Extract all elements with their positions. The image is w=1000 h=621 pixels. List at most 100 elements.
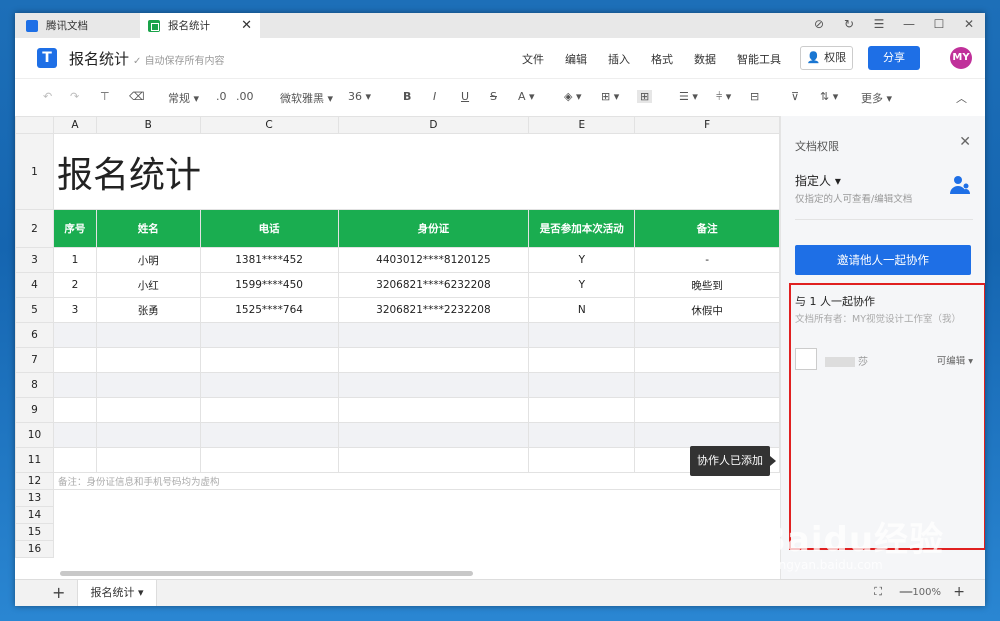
filter-icon[interactable]: ⊽: [791, 90, 799, 103]
merge-cells-icon[interactable]: ⊞: [637, 90, 653, 103]
cell[interactable]: 3: [52, 297, 97, 323]
cell[interactable]: [634, 347, 780, 373]
menu-edit[interactable]: 编辑: [565, 51, 587, 67]
zoom-in-icon[interactable]: +: [953, 584, 965, 600]
row-header[interactable]: 4: [15, 272, 54, 298]
column-header[interactable]: C: [199, 116, 339, 134]
header-cell[interactable]: 姓名: [95, 209, 201, 248]
row-header[interactable]: 9: [15, 397, 54, 423]
cell[interactable]: [199, 322, 339, 348]
cell[interactable]: 3206821****6232208: [337, 272, 530, 298]
cell[interactable]: Y: [528, 247, 636, 273]
format-painter-icon[interactable]: ⊤: [100, 90, 110, 103]
cell[interactable]: [337, 347, 530, 373]
header-cell[interactable]: 身份证: [337, 209, 530, 248]
cell[interactable]: 休假中: [634, 297, 780, 323]
align-icon[interactable]: ☰ ▾: [679, 90, 698, 103]
cell[interactable]: [95, 322, 201, 348]
cell[interactable]: [199, 372, 339, 398]
cell[interactable]: [528, 397, 636, 423]
cell[interactable]: N: [528, 297, 636, 323]
more-button[interactable]: 更多 ▾: [861, 90, 892, 106]
cell[interactable]: [528, 347, 636, 373]
wrap-text-icon[interactable]: ⊟: [750, 90, 759, 103]
title-cell[interactable]: 报名统计: [52, 133, 780, 210]
refresh-icon[interactable]: ↻: [841, 17, 857, 31]
cell[interactable]: [337, 447, 530, 473]
doc-title[interactable]: 报名统计: [69, 48, 129, 69]
cell[interactable]: [528, 447, 636, 473]
decrease-decimal-button[interactable]: .0: [216, 90, 227, 103]
cell[interactable]: [199, 397, 339, 423]
close-icon[interactable]: ✕: [241, 18, 252, 33]
cell[interactable]: [634, 372, 780, 398]
sheet-tab[interactable]: 报名统计 ▾: [77, 580, 157, 606]
row-header[interactable]: 12: [15, 472, 54, 490]
add-sheet-icon[interactable]: +: [52, 583, 65, 602]
row-header[interactable]: 8: [15, 372, 54, 398]
cell[interactable]: 晚些到: [634, 272, 780, 298]
vertical-align-icon[interactable]: ⫩ ▾: [716, 90, 731, 104]
row-header[interactable]: 13: [15, 489, 54, 507]
cell[interactable]: 小明: [95, 247, 201, 273]
column-header[interactable]: D: [337, 116, 530, 134]
cell[interactable]: [52, 372, 97, 398]
underline-icon[interactable]: U: [461, 90, 469, 103]
font-color-icon[interactable]: A ▾: [518, 90, 535, 103]
cell[interactable]: [95, 397, 201, 423]
select-all-corner[interactable]: [15, 116, 54, 134]
cell[interactable]: [53, 507, 779, 524]
cell[interactable]: [337, 397, 530, 423]
column-header[interactable]: F: [634, 116, 780, 134]
row-header[interactable]: 15: [15, 523, 54, 541]
minimize-icon[interactable]: —: [901, 17, 917, 31]
undo-icon[interactable]: ↶: [43, 90, 52, 103]
cell[interactable]: 1381****452: [199, 247, 339, 273]
cell[interactable]: [337, 422, 530, 448]
column-header[interactable]: A: [52, 116, 97, 134]
cell[interactable]: [528, 372, 636, 398]
horizontal-scrollbar[interactable]: [60, 571, 473, 576]
sort-icon[interactable]: ⇅ ▾: [820, 90, 838, 103]
row-header[interactable]: 16: [15, 540, 54, 558]
cell[interactable]: 张勇: [95, 297, 201, 323]
cell[interactable]: -: [634, 247, 780, 273]
border-icon[interactable]: ⊞ ▾: [601, 90, 619, 103]
menu-data[interactable]: 数据: [694, 51, 716, 67]
cell[interactable]: [95, 347, 201, 373]
header-cell[interactable]: 是否参加本次活动: [528, 209, 636, 248]
collapse-toolbar-icon[interactable]: ︿: [956, 90, 967, 106]
fit-screen-icon[interactable]: ⛶: [874, 585, 882, 599]
redo-icon[interactable]: ↷: [70, 90, 79, 103]
cell[interactable]: 4403012****8120125: [337, 247, 530, 273]
compass-icon[interactable]: ⊘: [811, 17, 827, 31]
share-button[interactable]: 分享: [868, 46, 920, 70]
cell[interactable]: Y: [528, 272, 636, 298]
window-close-icon[interactable]: ✕: [961, 17, 977, 31]
cell[interactable]: [52, 347, 97, 373]
designee-dropdown[interactable]: 指定人 ▾: [795, 172, 841, 189]
row-header[interactable]: 11: [15, 447, 54, 473]
menu-file[interactable]: 文件: [522, 51, 544, 67]
tab-spreadsheet[interactable]: 报名统计 ✕: [140, 13, 260, 38]
cell[interactable]: [52, 322, 97, 348]
cell[interactable]: [199, 422, 339, 448]
font-size-select[interactable]: 36 ▾: [348, 90, 371, 103]
cell[interactable]: 小红: [95, 272, 201, 298]
cell[interactable]: [337, 322, 530, 348]
cell[interactable]: [95, 372, 201, 398]
cell[interactable]: [95, 422, 201, 448]
fill-color-icon[interactable]: ◈ ▾: [564, 90, 581, 103]
menu-icon[interactable]: ☰: [871, 17, 887, 31]
header-cell[interactable]: 电话: [199, 209, 339, 248]
cell[interactable]: [634, 322, 780, 348]
row-header[interactable]: 7: [15, 347, 54, 373]
tencent-docs-logo[interactable]: T: [37, 48, 57, 68]
cell[interactable]: [52, 397, 97, 423]
cell[interactable]: [337, 372, 530, 398]
bold-icon[interactable]: B: [403, 90, 411, 103]
cell[interactable]: [53, 490, 779, 507]
row-header[interactable]: 14: [15, 506, 54, 524]
row-header[interactable]: 2: [15, 209, 54, 248]
permission-button[interactable]: 👤 权限: [800, 46, 853, 70]
